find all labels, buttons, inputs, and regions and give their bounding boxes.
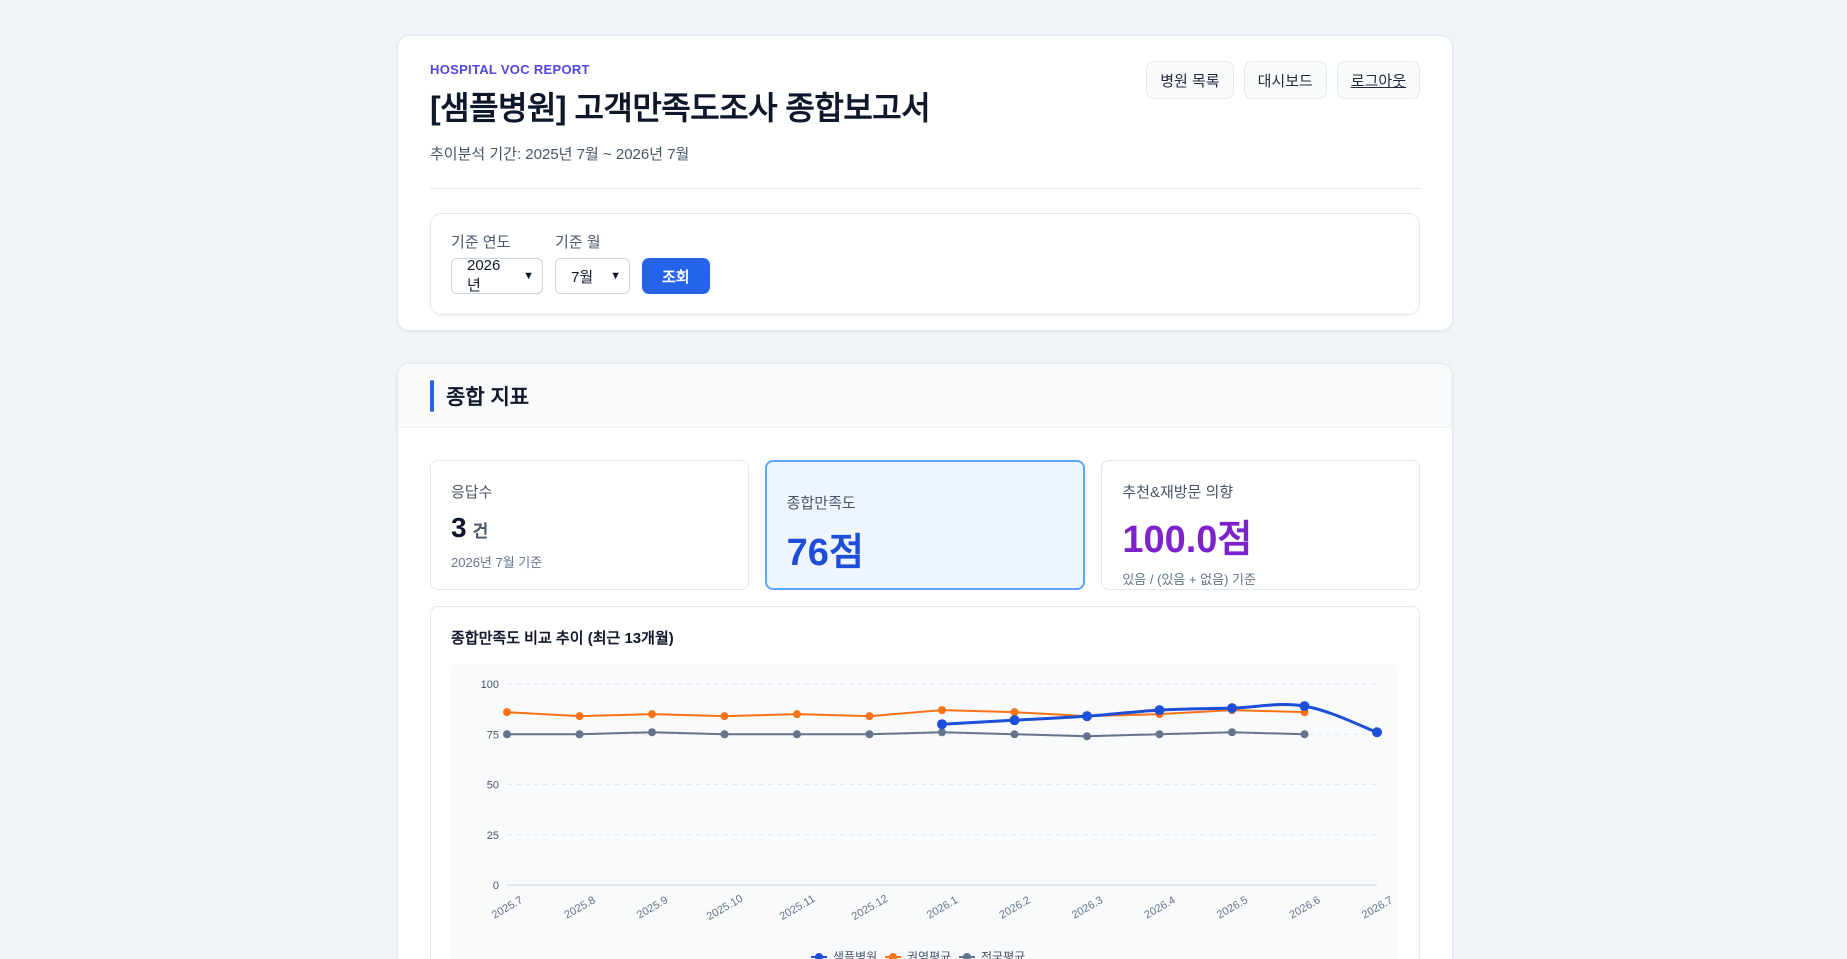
- hospital-list-button[interactable]: 병원 목록: [1146, 61, 1234, 99]
- x-tick-label: 2026.4: [1142, 894, 1177, 921]
- kpi-responses-sub: 2026년 7월 기준: [451, 555, 543, 570]
- legend-label: 샘플병원: [833, 950, 877, 959]
- y-tick-label: 50: [487, 780, 499, 792]
- data-point: [648, 710, 656, 719]
- x-tick-label: 2025.12: [850, 893, 890, 923]
- trend-chart-card: 종합만족도 비교 추이 (최근 13개월) 0 25 50 75 100 2025.7 20…: [430, 606, 1420, 959]
- data-point: [1010, 708, 1019, 717]
- kpi-satisfaction-value: 76점: [786, 532, 864, 574]
- kpi-responses-value: 3: [451, 512, 467, 543]
- kpi-recommend-value: 100.0점: [1122, 519, 1253, 561]
- y-tick-label: 0: [493, 880, 499, 892]
- data-point: [503, 730, 511, 739]
- report-header-card: HOSPITAL VOC REPORT [샘플병원] 고객만족도조사 종합보고서…: [397, 35, 1453, 331]
- filter-panel: 기준 연도 2026년 ▼ 기준 월 7월 ▼ 조회: [430, 213, 1420, 315]
- x-tick-label: 2025.11: [778, 893, 818, 923]
- y-tick-label: 25: [487, 830, 499, 842]
- logout-button[interactable]: 로그아웃: [1336, 61, 1420, 99]
- kpi-satisfaction-label: 종합만족도: [786, 495, 856, 512]
- data-point: [1155, 730, 1164, 739]
- x-tick-label: 2026.6: [1287, 894, 1322, 921]
- data-point: [1300, 730, 1309, 739]
- data-point: [1228, 728, 1236, 737]
- data-point: [938, 728, 946, 737]
- legend-marker: [889, 953, 897, 959]
- data-point: [720, 712, 729, 721]
- series-line-1: [506, 709, 1305, 718]
- data-point: [938, 706, 946, 715]
- legend-marker: [963, 953, 971, 959]
- data-point: [720, 730, 729, 739]
- x-tick-label: 2025.7: [490, 894, 525, 921]
- year-filter-label: 기준 연도: [451, 234, 511, 251]
- kpi-recommend-label: 추천&재방문 의향: [1122, 484, 1234, 501]
- data-point: [648, 728, 656, 737]
- summary-section: 종합 지표 응답수 3 건 2026년 7월 기준 종합만족도 76점 추천&재…: [397, 363, 1453, 959]
- data-point: [865, 730, 874, 739]
- month-filter: 기준 월 7월 ▼: [555, 231, 630, 314]
- data-point: [793, 730, 801, 739]
- dashboard-button[interactable]: 대시보드: [1243, 61, 1327, 99]
- kpi-recommend: 추천&재방문 의향 100.0점 있음 / (있음 + 없음) 기준: [1101, 460, 1421, 590]
- section-header: 종합 지표: [398, 364, 1452, 428]
- data-point: [1010, 730, 1019, 739]
- x-tick-label: 2026.1: [925, 894, 960, 921]
- x-tick-label: 2026.7: [1360, 894, 1395, 921]
- kpi-row: 응답수 3 건 2026년 7월 기준 종합만족도 76점 추천&재방문 의향 …: [398, 428, 1452, 590]
- data-point: [1083, 732, 1091, 741]
- chevron-down-icon: ▼: [610, 270, 621, 282]
- kpi-responses-value-row: 3 건: [451, 512, 728, 544]
- trend-chart-svg: 0 25 50 75 100 2025.7 2025.8 2025.9 2025.10 2025.…: [481, 679, 1395, 959]
- chevron-down-icon: ▼: [523, 270, 534, 282]
- top-nav: 병원 목록 대시보드 로그아웃: [1146, 61, 1420, 99]
- legend-label: 권역평균: [907, 950, 951, 959]
- data-point: [575, 712, 584, 721]
- kpi-responses-label: 응답수: [451, 484, 493, 501]
- report-container: HOSPITAL VOC REPORT [샘플병원] 고객만족도조사 종합보고서…: [397, 35, 1453, 959]
- year-filter: 기준 연도 2026년 ▼: [451, 231, 543, 314]
- header-divider: [430, 188, 1420, 189]
- analysis-period: 추이분석 기간: 2025년 7월 ~ 2026년 7월: [430, 146, 690, 163]
- x-tick-label: 2025.10: [705, 893, 745, 923]
- month-filter-label: 기준 월: [555, 234, 601, 251]
- month-select-value: 7월: [571, 268, 594, 286]
- section-accent-bar: [430, 379, 434, 412]
- month-select[interactable]: 7월 ▼: [555, 258, 630, 294]
- data-point: [865, 712, 874, 721]
- search-button[interactable]: 조회: [642, 258, 710, 294]
- data-point: [937, 719, 947, 730]
- legend-label: 전국평균: [981, 950, 1025, 959]
- year-select-value: 2026년: [467, 257, 501, 294]
- data-point: [1299, 701, 1310, 712]
- section-title: 종합 지표: [446, 385, 530, 409]
- kpi-satisfaction: 종합만족도 76점: [764, 460, 1086, 590]
- y-tick-label: 75: [487, 729, 499, 741]
- kpi-responses-unit: 건: [472, 522, 489, 541]
- x-tick-label: 2025.8: [562, 894, 597, 921]
- trend-chart: 0 25 50 75 100 2025.7 2025.8 2025.9 2025.10 2025.…: [451, 664, 1397, 959]
- data-point: [793, 710, 801, 719]
- kpi-responses: 응답수 3 건 2026년 7월 기준: [430, 460, 749, 590]
- x-tick-label: 2025.9: [635, 894, 670, 921]
- y-tick-label: 100: [481, 679, 499, 691]
- data-point: [1372, 727, 1382, 738]
- chart-title: 종합만족도 비교 추이 (최근 13개월): [451, 630, 674, 647]
- data-point: [1009, 715, 1020, 726]
- kpi-recommend-sub: 있음 / (있음 + 없음) 기준: [1122, 572, 1256, 587]
- x-tick-label: 2026.3: [1070, 894, 1105, 921]
- legend-marker: [815, 953, 823, 959]
- data-point: [1082, 711, 1092, 722]
- year-select[interactable]: 2026년 ▼: [451, 257, 543, 294]
- x-tick-label: 2026.5: [1215, 894, 1250, 921]
- data-point: [503, 708, 511, 717]
- x-tick-label: 2026.2: [997, 894, 1032, 921]
- data-point: [1227, 703, 1237, 714]
- data-point: [575, 730, 584, 739]
- data-point: [1154, 705, 1165, 716]
